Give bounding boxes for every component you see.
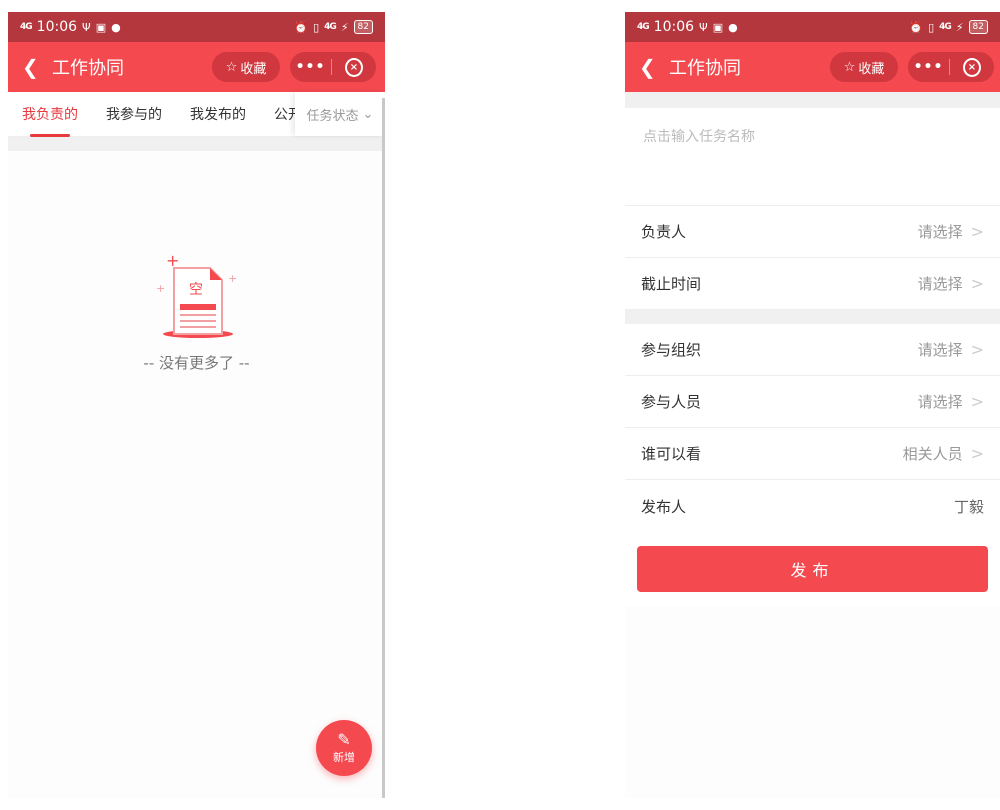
add-task-button[interactable]: ✎ 新增	[316, 720, 372, 776]
filter-label: 任务状态	[306, 108, 359, 124]
alarm-icon: ⏰	[294, 20, 309, 34]
status-bar: 4G 10:06 Ψ ▣ ● ⏰ ▯ 4G ⚡ 82	[8, 12, 385, 42]
nav-bar: ❮ 工作协同 ☆ 收藏 ••• ×	[8, 42, 385, 92]
battery-icon: 82	[968, 20, 988, 34]
active-tab-indicator	[30, 134, 70, 137]
svg-text:空: 空	[189, 282, 203, 298]
capsule-menu: ••• ×	[290, 52, 376, 82]
assignee-row[interactable]: 负责人 请选择 >	[625, 206, 1000, 258]
add-label: 新增	[333, 751, 355, 764]
publish-area: 发布	[625, 532, 1000, 606]
battery-icon: 82	[353, 20, 373, 34]
svg-text:+: +	[156, 282, 165, 295]
signal-icon: 4G	[637, 22, 650, 32]
chevron-right-icon: >	[970, 340, 984, 359]
deadline-row[interactable]: 截止时间 请选择 >	[625, 258, 1000, 310]
close-icon[interactable]: ×	[345, 57, 363, 77]
chevron-down-icon: ⌄	[362, 106, 374, 122]
status-time: 10:06	[36, 19, 78, 35]
app-notification-icon: ▣	[95, 20, 107, 34]
left-screen: 4G 10:06 Ψ ▣ ● ⏰ ▯ 4G ⚡ 82 ❮ 工作协同 ☆ 收藏 •…	[8, 12, 385, 798]
alarm-icon: ⏰	[909, 20, 924, 34]
star-icon: ☆	[843, 59, 856, 75]
star-icon: ☆	[225, 59, 238, 75]
nav-bar: ❮ 工作协同 ☆ 收藏 ••• ×	[625, 42, 1000, 92]
publisher-row: 发布人 丁毅	[625, 480, 1000, 532]
participating-org-row[interactable]: 参与组织 请选择 >	[625, 324, 1000, 376]
vibrate-icon: ▯	[313, 20, 320, 34]
vibrate-icon: ▯	[928, 20, 935, 34]
capsule-divider	[949, 59, 950, 75]
status-time: 10:06	[653, 19, 695, 35]
row-value: 请选择	[917, 223, 963, 241]
empty-document-icon: + + + 空	[156, 252, 237, 338]
empty-state: + + + 空 -- 没有更多了 --	[8, 252, 385, 373]
divider-band	[625, 92, 1000, 108]
row-label: 参与人员	[641, 393, 702, 411]
row-value: 请选择	[917, 275, 963, 293]
chevron-right-icon: >	[970, 392, 984, 411]
usb-icon: Ψ	[82, 20, 91, 34]
more-button[interactable]: •••	[290, 59, 331, 75]
pencil-icon: ✎	[337, 730, 351, 749]
back-icon[interactable]: ❮	[22, 55, 44, 79]
empty-text: -- 没有更多了 --	[143, 354, 250, 372]
divider-band	[8, 137, 385, 151]
task-name-input[interactable]: 点击输入任务名称	[625, 108, 1000, 206]
usb-icon: Ψ	[699, 20, 708, 34]
participants-row[interactable]: 参与人员 请选择 >	[625, 376, 1000, 428]
row-value: 相关人员	[902, 445, 963, 463]
row-label: 负责人	[641, 223, 687, 241]
tab-bar: 我负责的 我参与的 我发布的 公开 任务状态 ⌄	[8, 92, 385, 137]
row-value: 请选择	[917, 341, 963, 359]
tab-label: 我负责的	[22, 107, 78, 123]
right-screen: 4G 10:06 Ψ ▣ ● ⏰ ▯ 4G ⚡ 82 ❮ 工作协同 ☆ 收藏 •…	[625, 12, 1000, 798]
close-icon[interactable]: ×	[963, 57, 981, 77]
capsule-divider	[331, 59, 332, 75]
status-bar: 4G 10:06 Ψ ▣ ● ⏰ ▯ 4G ⚡ 82	[625, 12, 1000, 42]
favorite-button[interactable]: ☆ 收藏	[212, 52, 280, 82]
network-icon: 4G	[324, 22, 337, 32]
row-label: 参与组织	[641, 341, 702, 359]
chevron-right-icon: >	[970, 222, 984, 241]
message-icon: ●	[111, 20, 121, 34]
page-title: 工作协同	[669, 58, 741, 79]
chevron-right-icon: >	[970, 444, 984, 463]
signal-icon: 4G	[20, 22, 33, 32]
visibility-row[interactable]: 谁可以看 相关人员 >	[625, 428, 1000, 480]
capsule-menu: ••• ×	[908, 52, 994, 82]
charging-icon: ⚡	[955, 20, 964, 34]
message-icon: ●	[728, 20, 738, 34]
publisher-name: 丁毅	[953, 497, 984, 516]
task-status-filter[interactable]: 任务状态 ⌄	[295, 92, 385, 136]
row-value: 请选择	[917, 393, 963, 411]
network-icon: 4G	[939, 22, 952, 32]
app-notification-icon: ▣	[712, 20, 724, 34]
more-button[interactable]: •••	[908, 59, 949, 75]
back-icon[interactable]: ❮	[639, 55, 661, 79]
favorite-label: 收藏	[858, 61, 885, 77]
tab-published[interactable]: 我发布的	[190, 104, 246, 124]
row-label: 截止时间	[641, 275, 702, 293]
favorite-label: 收藏	[240, 61, 267, 77]
divider-band	[625, 310, 1000, 324]
row-label: 谁可以看	[641, 445, 702, 463]
chevron-right-icon: >	[970, 274, 984, 293]
publish-button[interactable]: 发布	[637, 546, 988, 592]
tab-participated[interactable]: 我参与的	[106, 104, 162, 124]
tab-responsible[interactable]: 我负责的	[22, 104, 78, 137]
favorite-button[interactable]: ☆ 收藏	[830, 52, 898, 82]
row-label: 发布人	[641, 497, 687, 516]
charging-icon: ⚡	[340, 20, 349, 34]
svg-text:+: +	[228, 272, 237, 285]
scrollbar[interactable]	[382, 98, 385, 798]
page-title: 工作协同	[52, 58, 124, 79]
